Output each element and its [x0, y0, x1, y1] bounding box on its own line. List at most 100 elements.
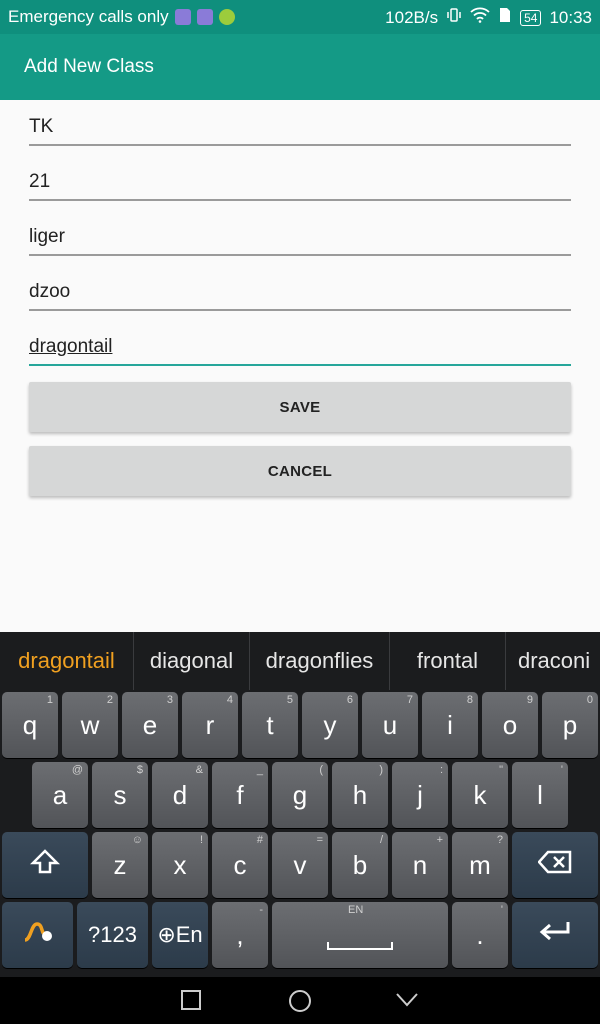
- suggestion-item[interactable]: dragonflies: [250, 632, 390, 690]
- key-hint: ': [560, 764, 563, 776]
- cancel-button[interactable]: CANCEL: [29, 446, 571, 496]
- key-label: v: [293, 849, 307, 880]
- field-value: 21: [29, 171, 51, 192]
- field-value: dzoo: [29, 281, 71, 302]
- key-q[interactable]: q1: [2, 692, 58, 758]
- key-label: d: [172, 779, 188, 810]
- key-label: i: [447, 709, 453, 740]
- key-y[interactable]: y6: [302, 692, 358, 758]
- key-label: o: [502, 709, 518, 740]
- comma-key[interactable]: ,-: [212, 902, 268, 968]
- sim-icon: [498, 7, 512, 28]
- key-label: c: [233, 849, 247, 880]
- key-v[interactable]: v =: [272, 832, 328, 898]
- language-label: ⊕En: [157, 922, 203, 947]
- key-hint: (: [319, 764, 323, 776]
- key-w[interactable]: w2: [62, 692, 118, 758]
- key-z[interactable]: z ☺: [92, 832, 148, 898]
- key-d[interactable]: d &: [152, 762, 208, 828]
- key-hint: 5: [286, 694, 293, 706]
- suggestion-item[interactable]: frontal: [390, 632, 506, 690]
- back-icon[interactable]: [396, 993, 418, 1012]
- symbols-label: ?123: [88, 922, 137, 947]
- key-hint: 2: [106, 694, 113, 706]
- key-hint: #: [256, 834, 263, 846]
- space-key[interactable]: EN: [272, 902, 448, 968]
- key-label: k: [473, 779, 487, 810]
- key-i[interactable]: i8: [422, 692, 478, 758]
- text-field-3[interactable]: liger: [29, 218, 571, 256]
- key-hint: ": [499, 764, 503, 776]
- key-hint: ?: [496, 834, 503, 846]
- key-label: .: [476, 919, 484, 950]
- shift-icon: [29, 848, 61, 883]
- key-label: y: [323, 709, 337, 740]
- home-icon[interactable]: [288, 990, 312, 1017]
- key-hint: 7: [406, 694, 413, 706]
- period-key[interactable]: . ': [452, 902, 508, 968]
- key-label: f: [236, 779, 244, 810]
- key-s[interactable]: s $: [92, 762, 148, 828]
- key-o[interactable]: o9: [482, 692, 538, 758]
- key-label: h: [352, 779, 368, 810]
- key-a[interactable]: a @: [32, 762, 88, 828]
- suggestion-item[interactable]: draconi: [506, 632, 600, 690]
- key-hint: 4: [226, 694, 233, 706]
- language-key[interactable]: ⊕En: [152, 902, 208, 968]
- key-hint: ): [379, 764, 383, 776]
- app-bar: Add New Class: [0, 34, 600, 100]
- key-k[interactable]: k ": [452, 762, 508, 828]
- key-label: t: [266, 709, 274, 740]
- gallery-icon: [196, 9, 213, 25]
- key-hint: 3: [166, 694, 173, 706]
- key-f[interactable]: f _: [212, 762, 268, 828]
- key-hint: ☺: [131, 834, 143, 846]
- key-e[interactable]: e3: [122, 692, 178, 758]
- navigation-bar: [0, 977, 600, 1024]
- recents-icon[interactable]: [181, 990, 201, 1015]
- swype-key[interactable]: [2, 902, 73, 968]
- symbols-key[interactable]: ?123: [77, 902, 148, 968]
- key-label: l: [537, 779, 543, 810]
- key-label: p: [562, 709, 578, 740]
- suggestion-bar: dragontail diagonal dragonflies frontal …: [0, 632, 600, 690]
- text-field-5[interactable]: dragontail: [29, 328, 571, 366]
- key-label: u: [382, 709, 398, 740]
- key-h[interactable]: h): [332, 762, 388, 828]
- save-button[interactable]: SAVE: [29, 382, 571, 432]
- key-r[interactable]: r4: [182, 692, 238, 758]
- text-field-4[interactable]: dzoo: [29, 273, 571, 311]
- key-label: w: [80, 709, 100, 740]
- keyboard: dragontail diagonal dragonflies frontal …: [0, 632, 600, 977]
- key-u[interactable]: u7: [362, 692, 418, 758]
- backspace-key[interactable]: [512, 832, 598, 898]
- key-hint: ': [500, 904, 503, 916]
- key-t[interactable]: t5: [242, 692, 298, 758]
- key-j[interactable]: j:: [392, 762, 448, 828]
- key-hint: 1: [46, 694, 53, 706]
- key-l[interactable]: l ': [512, 762, 568, 828]
- key-c[interactable]: c #: [212, 832, 268, 898]
- shift-key[interactable]: [2, 832, 88, 898]
- key-n[interactable]: n +: [392, 832, 448, 898]
- key-hint: $: [136, 764, 143, 776]
- key-label: r: [205, 709, 215, 740]
- key-label: m: [469, 849, 491, 880]
- key-b[interactable]: b /: [332, 832, 388, 898]
- suggestion-item[interactable]: dragontail: [0, 632, 134, 690]
- backspace-icon: [537, 850, 572, 881]
- key-x[interactable]: x!: [152, 832, 208, 898]
- key-hint: 0: [586, 694, 593, 706]
- key-g[interactable]: g(: [272, 762, 328, 828]
- text-field-1[interactable]: TK: [29, 108, 571, 146]
- key-p[interactable]: p0: [542, 692, 598, 758]
- key-hint: =: [316, 834, 323, 846]
- key-hint: -: [259, 904, 263, 916]
- key-label: g: [292, 779, 308, 810]
- suggestion-item[interactable]: diagonal: [134, 632, 250, 690]
- enter-key[interactable]: [512, 902, 598, 968]
- space-hint: EN: [348, 904, 364, 916]
- text-field-2[interactable]: 21: [29, 163, 571, 201]
- key-hint: +: [436, 834, 443, 846]
- key-m[interactable]: m?: [452, 832, 508, 898]
